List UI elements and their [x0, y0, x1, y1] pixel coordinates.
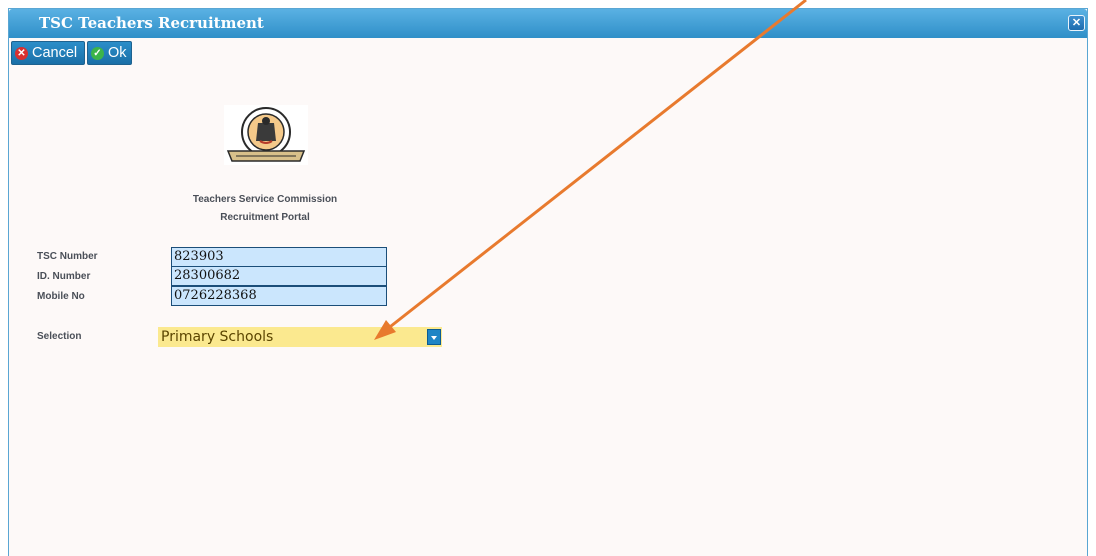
- annotation-arrow: [374, 0, 807, 340]
